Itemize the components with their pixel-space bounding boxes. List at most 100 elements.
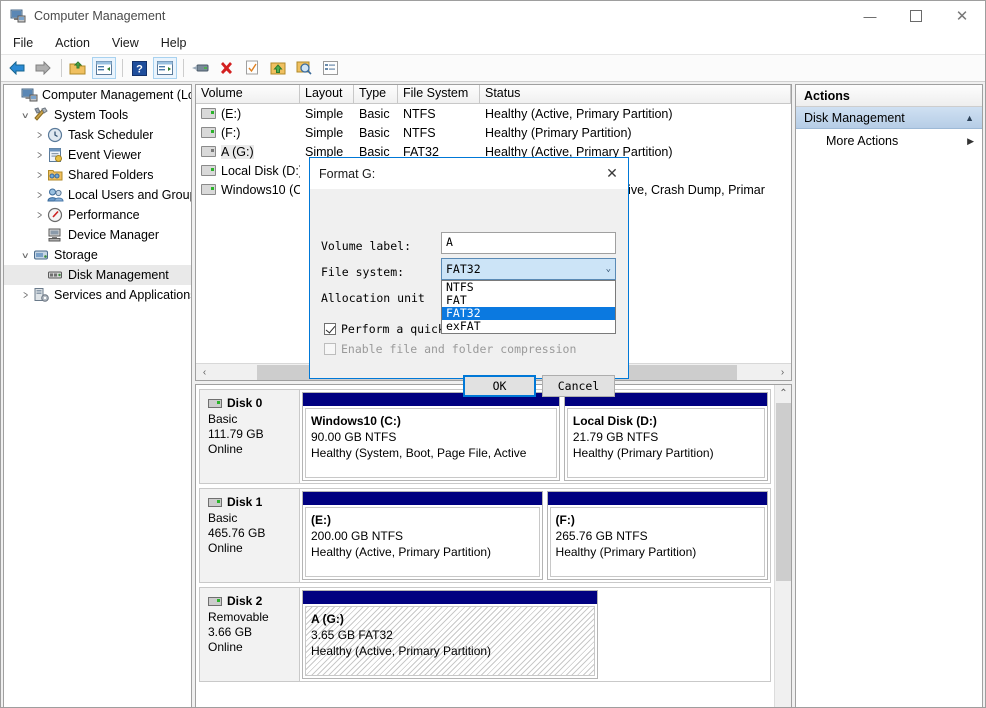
- checkmark-page-icon[interactable]: [240, 57, 264, 79]
- disk-size: 111.79 GB: [208, 427, 291, 442]
- partition-label: (E:): [311, 512, 534, 528]
- help-icon[interactable]: ?: [127, 57, 151, 79]
- table-row[interactable]: (E:) Simple Basic NTFS Healthy (Active, …: [196, 104, 791, 123]
- back-icon[interactable]: [5, 57, 29, 79]
- twisty-collapsed[interactable]: >: [32, 210, 47, 220]
- scroll-up-icon[interactable]: ⌃: [775, 385, 792, 402]
- menu-file[interactable]: File: [3, 33, 43, 53]
- tree-item-task-scheduler[interactable]: > Task Scheduler: [4, 125, 191, 145]
- actions-group-disk-management[interactable]: Disk Management ▲: [796, 107, 982, 129]
- scroll-left-icon[interactable]: ‹: [196, 364, 213, 381]
- dialog-close-icon[interactable]: ✕: [596, 159, 628, 189]
- tree-item-shared-folders[interactable]: > Shared Folders: [4, 165, 191, 185]
- partition-color-bar: [548, 492, 767, 505]
- tree-item-device-manager[interactable]: Device Manager: [4, 225, 191, 245]
- twisty-collapsed[interactable]: >: [32, 170, 47, 180]
- menu-help[interactable]: Help: [151, 33, 197, 53]
- performance-icon: [47, 207, 64, 223]
- window-title: Computer Management: [34, 9, 165, 23]
- disk-state: Online: [208, 640, 291, 655]
- disk-row[interactable]: Disk 2 Removable 3.66 GB Online A (G:): [199, 587, 771, 682]
- scroll-thumb[interactable]: [776, 403, 791, 581]
- partition[interactable]: Windows10 (C:) 90.00 GB NTFS Healthy (Sy…: [302, 392, 560, 481]
- file-system-combobox[interactable]: FAT32 ⌄: [441, 258, 616, 280]
- file-system-option-ntfs[interactable]: NTFS: [442, 281, 615, 294]
- tree-item-storage[interactable]: ∨ Storage: [4, 245, 191, 265]
- partition-label: Local Disk (D:): [573, 413, 759, 429]
- computer-management-icon: [10, 8, 26, 24]
- cell-type: Basic: [354, 126, 398, 140]
- disk-partitions: Windows10 (C:) 90.00 GB NTFS Healthy (Sy…: [300, 390, 770, 483]
- show-action-pane-icon[interactable]: [153, 57, 177, 79]
- twisty-collapsed[interactable]: >: [18, 290, 33, 300]
- partition[interactable]: (E:) 200.00 GB NTFS Healthy (Active, Pri…: [302, 491, 543, 580]
- list-view-icon[interactable]: [318, 57, 342, 79]
- chevron-up-icon[interactable]: ▲: [965, 113, 974, 123]
- cell-volume: (F:): [196, 126, 300, 140]
- menu-action[interactable]: Action: [45, 33, 100, 53]
- cell-status: Healthy (Primary Partition): [480, 126, 791, 140]
- column-header-layout[interactable]: Layout: [300, 85, 354, 104]
- partition[interactable]: A (G:) 3.65 GB FAT32 Healthy (Active, Pr…: [302, 590, 598, 679]
- volume-label-input[interactable]: A: [441, 232, 616, 254]
- toolbar-separator-1: [61, 59, 62, 77]
- volume-list-header: Volume Layout Type File System Status: [196, 85, 791, 104]
- show-console-tree-icon[interactable]: [92, 57, 116, 79]
- properties-icon[interactable]: [188, 57, 212, 79]
- disk-size: 465.76 GB: [208, 526, 291, 541]
- tree-item-event-viewer[interactable]: > Event Viewer: [4, 145, 191, 165]
- twisty-expanded[interactable]: ∨: [18, 250, 33, 261]
- file-system-option-exfat[interactable]: exFAT: [442, 320, 615, 333]
- twisty-collapsed[interactable]: >: [32, 150, 47, 160]
- twisty-collapsed[interactable]: >: [32, 130, 47, 140]
- tree-item-performance[interactable]: > Performance: [4, 205, 191, 225]
- storage-icon: [33, 247, 50, 263]
- tree-item-computer-management[interactable]: Computer Management (Local: [4, 85, 191, 105]
- dialog-title-bar: Format G: ✕: [310, 158, 628, 189]
- menu-view[interactable]: View: [102, 33, 149, 53]
- disk-row[interactable]: Disk 0 Basic 111.79 GB Online Windows10 …: [199, 389, 771, 484]
- up-folder-icon[interactable]: [66, 57, 90, 79]
- tree-item-system-tools[interactable]: ∨ System Tools: [4, 105, 191, 125]
- file-system-dropdown-list[interactable]: NTFS FAT FAT32 exFAT: [441, 280, 616, 334]
- table-row[interactable]: (F:) Simple Basic NTFS Healthy (Primary …: [196, 123, 791, 142]
- minimize-button[interactable]: —: [847, 1, 893, 31]
- partition[interactable]: Local Disk (D:) 21.79 GB NTFS Healthy (P…: [564, 392, 768, 481]
- toolbar-separator-3: [183, 59, 184, 77]
- cell-volume: (E:): [196, 107, 300, 121]
- tree-item-disk-management[interactable]: Disk Management: [4, 265, 191, 285]
- tree-item-label: Services and Applications: [54, 288, 191, 302]
- ok-button[interactable]: OK: [463, 375, 536, 397]
- disk-icon: [208, 597, 222, 606]
- column-header-status[interactable]: Status: [480, 85, 791, 104]
- scroll-right-icon[interactable]: ›: [774, 364, 791, 381]
- export-up-icon[interactable]: [266, 57, 290, 79]
- disk-state: Online: [208, 541, 291, 556]
- close-button[interactable]: ✕: [939, 1, 985, 31]
- disk-view-vertical-scrollbar[interactable]: ⌃ ⌄: [774, 385, 791, 708]
- twisty-collapsed[interactable]: >: [32, 190, 47, 200]
- quick-format-checkbox[interactable]: [324, 323, 336, 335]
- partition-details: A (G:) 3.65 GB FAT32 Healthy (Active, Pr…: [305, 606, 595, 676]
- disk-row[interactable]: Disk 1 Basic 465.76 GB Online (E:): [199, 488, 771, 583]
- dialog-body: Volume label: A File system: FAT32 ⌄ All…: [310, 189, 628, 380]
- partition-status: Healthy (Active, Primary Partition): [311, 544, 534, 560]
- column-header-volume[interactable]: Volume: [196, 85, 300, 104]
- partition[interactable]: (F:) 265.76 GB NTFS Healthy (Primary Par…: [547, 491, 768, 580]
- chevron-down-icon[interactable]: ⌄: [606, 264, 611, 274]
- delete-icon[interactable]: [214, 57, 238, 79]
- tree-item-services-and-applications[interactable]: > Services and Applications: [4, 285, 191, 305]
- tree-item-label: Event Viewer: [68, 148, 141, 162]
- column-header-file-system[interactable]: File System: [398, 85, 480, 104]
- tree-item-local-users-and-groups[interactable]: > Local Users and Groups: [4, 185, 191, 205]
- cell-volume-label: Local Disk (D:): [221, 164, 300, 178]
- drive-icon: [201, 127, 216, 138]
- twisty-expanded[interactable]: ∨: [18, 110, 33, 121]
- cancel-button[interactable]: Cancel: [542, 375, 615, 397]
- forward-icon[interactable]: [31, 57, 55, 79]
- search-icon[interactable]: [292, 57, 316, 79]
- action-more-actions[interactable]: More Actions ▶: [796, 129, 982, 153]
- device-manager-icon: [47, 227, 64, 243]
- column-header-type[interactable]: Type: [354, 85, 398, 104]
- maximize-button[interactable]: [893, 1, 939, 31]
